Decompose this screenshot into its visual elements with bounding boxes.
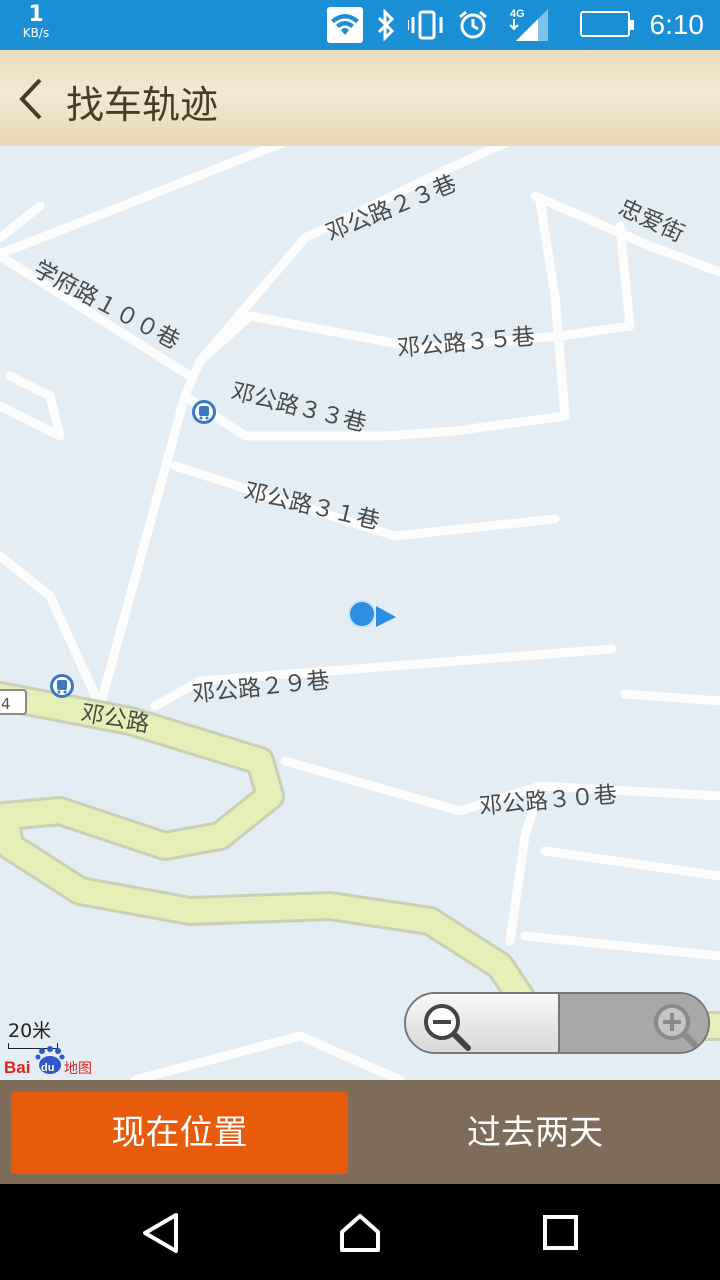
wifi-icon (327, 7, 363, 47)
road-label: 学府路１００巷 (29, 256, 183, 355)
nav-back-icon[interactable] (140, 1212, 180, 1258)
bottom-action-bar: 现在位置 过去两天 (0, 1080, 720, 1184)
signal-icon: 4G (508, 5, 552, 47)
zoom-out-button[interactable] (406, 994, 558, 1052)
network-type-label: 4G (510, 8, 525, 20)
road-label: 邓公路３５巷 (396, 324, 536, 362)
map-scale-label: 20米 (8, 1020, 52, 1042)
network-speed: 1 KB/s (14, 2, 58, 40)
road-label: 邓公路 (79, 700, 151, 738)
zoom-control (404, 992, 710, 1054)
svg-text:Bai: Bai (4, 1058, 30, 1076)
bus-stop-icon[interactable] (50, 674, 74, 698)
page-title: 找车轨迹 (66, 83, 219, 127)
svg-text:du: du (41, 1062, 54, 1074)
bluetooth-icon (374, 8, 398, 45)
chevron-left-icon (19, 78, 42, 120)
nav-recent-icon[interactable] (542, 1212, 580, 1258)
back-button[interactable] (12, 74, 52, 124)
location-marker-icon[interactable] (348, 600, 396, 628)
zoom-in-icon (654, 1004, 701, 1051)
clock: 6:10 (649, 9, 705, 40)
current-location-button[interactable]: 现在位置 (11, 1092, 348, 1174)
map-canvas[interactable]: 邓公路２３巷 忠爱街 学府路１００巷 邓公路３５巷 邓公路３３巷 邓公路３１巷 … (0, 146, 720, 1080)
network-speed-value: 1 (28, 2, 44, 27)
map-view[interactable]: 邓公路２３巷 忠爱街 学府路１００巷 邓公路３５巷 邓公路３３巷 邓公路３１巷 … (0, 146, 720, 1080)
svg-text:地图: 地图 (64, 1061, 92, 1076)
zoom-in-button[interactable] (558, 994, 708, 1052)
network-speed-unit: KB/s (22, 26, 50, 40)
vibrate-icon (407, 9, 446, 45)
alarm-icon (457, 9, 489, 45)
road-label: 邓公路２３巷 (323, 171, 461, 247)
system-nav-bar (0, 1184, 720, 1280)
road-label: 邓公路３１巷 (242, 479, 382, 535)
route-shield-label: 4 (1, 695, 11, 713)
zoom-out-icon (424, 1004, 471, 1051)
status-bar: 1 KB/s 4G 43% 6:10 (0, 0, 720, 50)
map-scale: 20米 (8, 1016, 58, 1049)
road-label: 邓公路３０巷 (478, 782, 618, 820)
battery-percent: 43% (587, 14, 623, 33)
route-shield: 4 (0, 689, 27, 715)
battery-icon: 43% (580, 11, 634, 37)
bus-stop-icon[interactable] (192, 400, 216, 424)
nav-home-icon[interactable] (338, 1212, 382, 1258)
past-two-days-button[interactable]: 过去两天 (360, 1092, 710, 1174)
app-header: 找车轨迹 (0, 50, 720, 146)
road-label: 邓公路３３巷 (229, 379, 369, 438)
